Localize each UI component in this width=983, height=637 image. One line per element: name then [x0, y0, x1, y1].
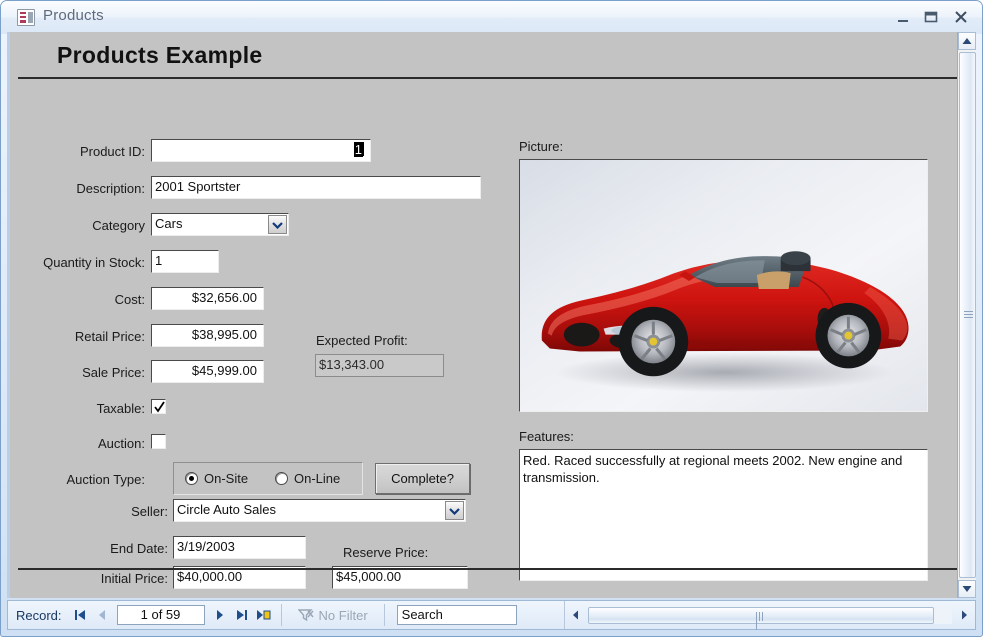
search-input[interactable]: Search — [396, 605, 517, 625]
category-select[interactable]: Cars — [151, 213, 289, 236]
category-value: Cars — [155, 216, 183, 231]
filter-icon — [297, 609, 314, 622]
scroll-up-icon[interactable] — [958, 32, 976, 50]
new-record-icon — [257, 610, 271, 620]
picture-frame[interactable] — [519, 159, 928, 412]
sale-price-label: Sale Price: — [82, 365, 145, 380]
record-nav-controls: Record: 1 of 59 No Filter Search — [8, 601, 517, 629]
vertical-scrollbar[interactable] — [957, 32, 976, 598]
cost-label: Cost: — [114, 292, 145, 307]
horizontal-scroll-thumb[interactable] — [588, 606, 934, 630]
first-record-button[interactable] — [69, 604, 91, 626]
radio-on-line[interactable] — [275, 472, 288, 485]
new-record-button[interactable] — [253, 604, 275, 626]
retail-price-input[interactable]: $38,995.00 — [151, 324, 264, 347]
last-record-button[interactable] — [231, 604, 253, 626]
initial-price-label: Initial Price: — [100, 571, 168, 586]
cost-input[interactable]: $32,656.00 — [151, 287, 264, 310]
filter-toggle-button[interactable]: No Filter — [288, 601, 378, 629]
previous-record-button[interactable] — [91, 604, 113, 626]
reserve-price-label: Reserve Price: — [343, 545, 429, 560]
sale-price-input[interactable]: $45,999.00 — [151, 360, 264, 383]
form-client-area: Products Example Product ID: 1 Descripti… — [7, 32, 976, 598]
access-form-window: Products Products Example Product ID: 1 … — [0, 0, 983, 637]
horizontal-scrollbar[interactable] — [564, 601, 975, 630]
complete-button[interactable]: Complete? — [375, 463, 470, 494]
end-date-label: End Date: — [110, 541, 168, 556]
end-date-input[interactable]: 3/19/2003 — [173, 536, 306, 559]
features-textarea[interactable]: Red. Raced successfully at regional meet… — [519, 449, 928, 581]
previous-record-icon — [98, 610, 105, 620]
next-record-icon — [216, 610, 223, 620]
scroll-down-icon[interactable] — [958, 580, 976, 598]
radio-on-site[interactable] — [185, 472, 198, 485]
auction-label: Auction: — [98, 436, 145, 451]
retail-price-label: Retail Price: — [74, 329, 145, 344]
picture-label: Picture: — [519, 139, 564, 154]
window-title: Products — [43, 7, 104, 24]
filter-status-label: No Filter — [318, 607, 368, 623]
window-title-bar: Products — [1, 1, 982, 34]
expected-profit-label: Expected Profit: — [316, 333, 408, 348]
footer-divider — [18, 568, 970, 570]
restore-icon[interactable] — [918, 7, 944, 27]
quantity-input[interactable]: 1 — [151, 250, 219, 273]
record-position-input[interactable]: 1 of 59 — [116, 605, 205, 625]
auction-type-option-group: On-Site On-Line — [173, 462, 363, 495]
category-label: Category — [92, 218, 145, 233]
seller-label: Seller: — [131, 504, 168, 519]
taxable-checkbox[interactable] — [151, 399, 166, 414]
scroll-left-icon[interactable] — [565, 601, 587, 629]
expected-profit-value: $13,343.00 — [315, 354, 444, 377]
description-input[interactable]: 2001 Sportster — [151, 176, 481, 199]
auction-type-label: Auction Type: — [66, 472, 145, 487]
first-record-icon — [74, 610, 85, 620]
record-navigation-bar: Record: 1 of 59 No Filter Search — [7, 600, 976, 630]
scroll-grip-icon — [756, 611, 767, 630]
minimize-icon[interactable] — [890, 7, 916, 27]
features-label: Features: — [519, 429, 574, 444]
car-photo — [520, 160, 927, 411]
radio-on-site-label: On-Site — [204, 471, 249, 486]
product-id-input[interactable]: 1 — [151, 139, 371, 162]
horizontal-scroll-track[interactable] — [588, 606, 952, 630]
chevron-down-icon[interactable] — [445, 501, 464, 520]
seller-value: Circle Auto Sales — [177, 502, 276, 517]
product-id-value: 1 — [353, 142, 363, 157]
radio-on-line-label: On-Line — [294, 471, 341, 486]
form-detail-section: Product ID: 1 Description: 2001 Sportste… — [10, 79, 976, 598]
page-title: Products Example — [57, 42, 263, 68]
access-form-icon — [17, 9, 35, 26]
record-label: Record: — [16, 607, 62, 623]
vertical-scroll-thumb[interactable] — [959, 52, 976, 578]
seller-select[interactable]: Circle Auto Sales — [173, 499, 466, 522]
next-record-button[interactable] — [209, 604, 231, 626]
scroll-grip-icon — [964, 311, 973, 319]
description-label: Description: — [76, 181, 145, 196]
chevron-down-icon[interactable] — [268, 215, 287, 234]
checkmark-icon — [154, 401, 165, 413]
last-record-icon — [236, 610, 247, 620]
scroll-right-icon[interactable] — [953, 601, 975, 629]
product-id-label: Product ID: — [79, 144, 145, 159]
auction-checkbox[interactable] — [151, 434, 166, 449]
close-icon[interactable] — [948, 7, 974, 27]
taxable-label: Taxable: — [96, 401, 145, 416]
quantity-label: Quantity in Stock: — [43, 255, 145, 270]
form-header: Products Example — [10, 32, 976, 78]
